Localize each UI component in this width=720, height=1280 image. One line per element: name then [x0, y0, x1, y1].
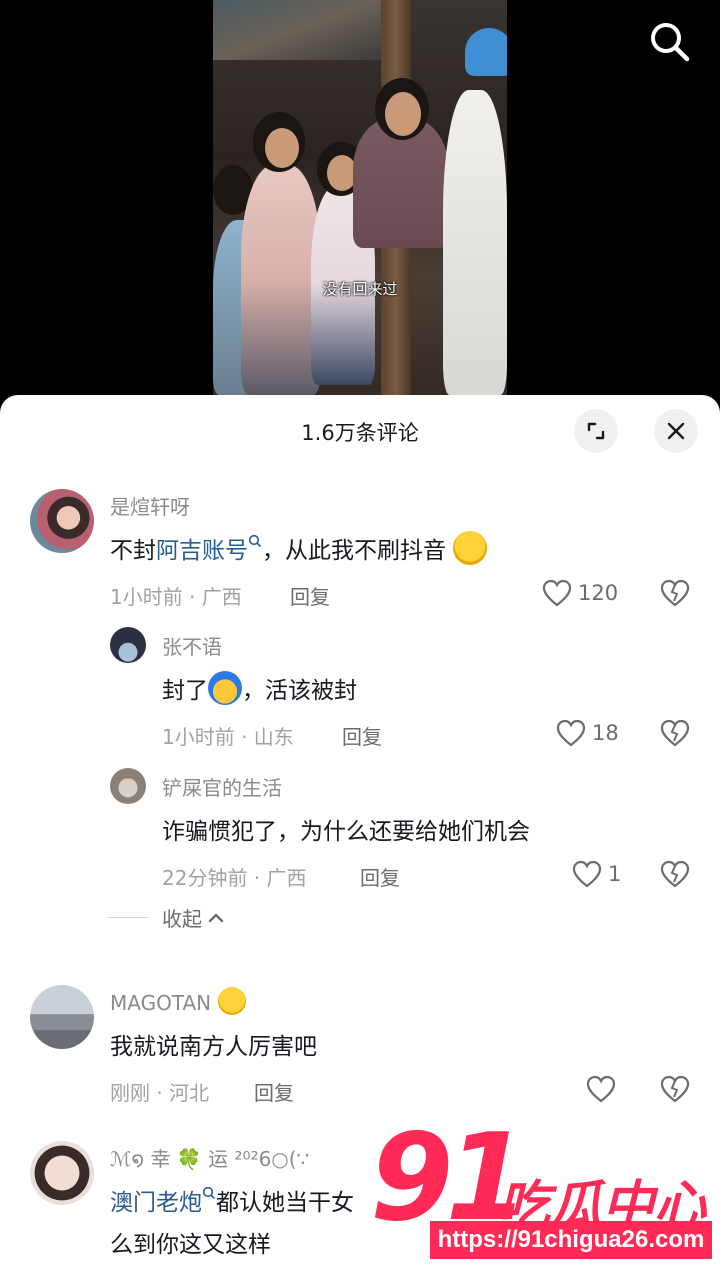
- comment-text-part: 不封: [110, 538, 156, 564]
- avatar[interactable]: [110, 768, 146, 804]
- like-button[interactable]: 18: [556, 719, 619, 747]
- dislike-button[interactable]: [660, 579, 690, 611]
- heart-icon: [556, 719, 586, 747]
- broken-heart-icon: [660, 1075, 690, 1103]
- comment-username[interactable]: ℳ໑ 幸 🍀 运 ²⁰²6○(∵: [110, 1143, 309, 1172]
- heart-icon: [542, 579, 572, 607]
- comment-username[interactable]: 是煊轩呀: [110, 491, 190, 520]
- blue-hair-emoji-icon: [208, 671, 242, 705]
- comment-item: MAGOTAN 我就说南方人厉害吧 刚刚 · 河北 回复: [0, 983, 720, 1113]
- comment-username[interactable]: MAGOTAN: [110, 987, 246, 1015]
- comment-text: 不封阿吉账号 ，从此我不刷抖音: [110, 531, 488, 565]
- watermark-logo: 91 吃瓜中心 https://91chigua26.com: [370, 1119, 715, 1270]
- comment-text-part: 都认她当干女: [216, 1190, 354, 1216]
- comment-time-location: 1小时前 · 山东: [162, 725, 294, 749]
- collapse-label: 收起: [162, 907, 202, 931]
- mention-link[interactable]: 澳门老炮: [110, 1186, 216, 1216]
- comment-time-location: 刚刚 · 河北: [110, 1081, 210, 1105]
- expand-button[interactable]: [574, 409, 618, 453]
- video-scene-cloth: [213, 0, 383, 60]
- broken-heart-icon: [660, 860, 690, 888]
- heart-icon: [586, 1075, 616, 1103]
- search-icon: [651, 23, 690, 62]
- like-count: 1: [608, 862, 622, 886]
- search-mini-icon: [248, 534, 262, 548]
- video-player[interactable]: 没有回来过: [213, 0, 507, 395]
- comment-username[interactable]: 张不语: [162, 631, 222, 660]
- comment-username[interactable]: 铲屎官的生活: [162, 772, 282, 801]
- video-person-face: [385, 92, 421, 136]
- reply-comment-item: 铲屎官的生活 诈骗惯犯了，为什么还要给她们机会 22分钟前 · 广西 回复 1: [0, 766, 720, 896]
- wink-tongue-emoji-icon: [217, 987, 246, 1015]
- avatar[interactable]: [110, 627, 146, 663]
- comment-text-part: ，从此我不刷抖音: [262, 538, 446, 564]
- mention-label: 澳门老炮: [110, 1190, 202, 1216]
- video-person: [443, 90, 507, 395]
- mention-link[interactable]: 阿吉账号: [156, 534, 262, 564]
- reply-button[interactable]: 回复: [360, 862, 400, 891]
- reply-comment-item: 张不语 封了 ，活该被封 1小时前 · 山东 回复 18: [0, 625, 720, 755]
- comment-text-line2: 么到你这又这样: [110, 1232, 271, 1258]
- video-area[interactable]: 没有回来过: [0, 0, 720, 420]
- username-text: MAGOTAN: [110, 991, 212, 1015]
- dislike-button[interactable]: [660, 1075, 690, 1107]
- comment-time-location: 1小时前 · 广西: [110, 585, 242, 609]
- collapse-replies[interactable]: 收起: [108, 903, 226, 932]
- like-button[interactable]: 120: [542, 579, 618, 607]
- like-count: 120: [578, 581, 619, 605]
- comment-item: 是煊轩呀 不封阿吉账号 ，从此我不刷抖音 1小时前 · 广西 回复 120: [0, 485, 720, 615]
- watermark-url: https://91chigua26.com: [430, 1221, 712, 1259]
- comment-text: 我就说南方人厉害吧: [110, 1034, 317, 1060]
- mention-label: 阿吉账号: [156, 538, 248, 564]
- broken-heart-icon: [660, 719, 690, 747]
- comment-text-part: ，活该被封: [242, 678, 357, 704]
- like-count: 18: [592, 721, 619, 745]
- avatar[interactable]: [30, 1141, 94, 1205]
- video-caption: 没有回来过: [322, 280, 398, 298]
- search-button[interactable]: [646, 18, 692, 64]
- comment-time-location: 22分钟前 · 广西: [162, 866, 307, 890]
- comment-text: 封了 ，活该被封: [162, 671, 357, 705]
- comment-sheet-header: 1.6万条评论: [0, 395, 720, 470]
- dislike-button[interactable]: [660, 860, 690, 892]
- comment-text-part: 封了: [162, 678, 208, 704]
- video-person-face: [265, 128, 299, 168]
- dislike-button[interactable]: [660, 719, 690, 751]
- broken-heart-icon: [660, 579, 690, 607]
- comment-text: 澳门老炮 都认她当干女: [110, 1183, 354, 1217]
- comment-text: 诈骗惯犯了，为什么还要给她们机会: [162, 819, 530, 845]
- search-mini-icon: [202, 1186, 216, 1200]
- grin-emoji-icon: [453, 531, 488, 565]
- reply-button[interactable]: 回复: [290, 581, 330, 610]
- collapse-divider: [108, 917, 148, 918]
- avatar[interactable]: [30, 489, 94, 553]
- heart-icon: [572, 860, 602, 888]
- close-button[interactable]: [654, 409, 698, 453]
- chevron-up-icon: [208, 913, 224, 922]
- video-person-cap: [465, 28, 507, 76]
- reply-button[interactable]: 回复: [342, 721, 382, 750]
- expand-icon: [587, 422, 605, 440]
- like-button[interactable]: 1: [572, 860, 621, 888]
- close-icon: [667, 422, 685, 440]
- like-button[interactable]: [586, 1075, 616, 1103]
- reply-button[interactable]: 回复: [254, 1077, 294, 1106]
- avatar[interactable]: [30, 985, 94, 1049]
